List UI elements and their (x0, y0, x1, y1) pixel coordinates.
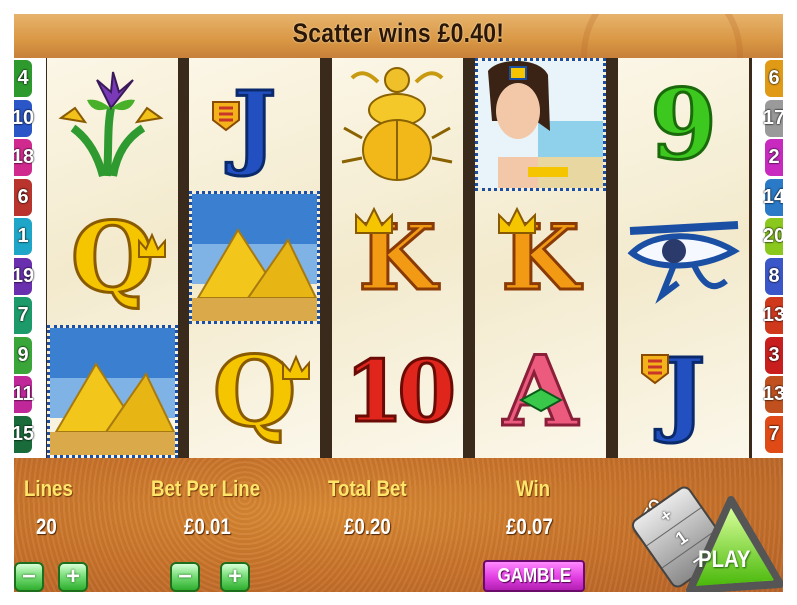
ten-symbol: 10 (344, 341, 458, 443)
queen-symbol: Q (47, 191, 178, 324)
nine-symbol: 9 (649, 67, 719, 183)
jack-symbol: J (189, 58, 320, 191)
payline-marker[interactable]: 10 (14, 99, 34, 137)
win-value: £0.07 (506, 514, 553, 539)
pyramids-symbol (189, 191, 320, 324)
payline-marker[interactable]: 13 (763, 297, 783, 334)
jack-symbol: J (618, 325, 749, 458)
payline-marker[interactable]: 9 (14, 336, 32, 374)
lines-increase-button[interactable]: + (58, 562, 88, 592)
win-label: Win (516, 476, 551, 501)
payline-marker[interactable]: 2 (765, 139, 783, 176)
payline-marker[interactable]: 7 (14, 297, 32, 334)
payline-marker[interactable]: 11 (14, 376, 34, 413)
slot-game: Scatter wins £0.40! Q J Q K 10 K 9 J 4 1… (14, 14, 783, 592)
bet-per-line-label: Bet Per Line (151, 476, 261, 501)
payline-marker[interactable]: 4 (14, 60, 32, 97)
scarab-symbol (332, 58, 463, 191)
play-controls: AUTO + 1 − PLAY (626, 482, 783, 592)
cleopatra-symbol (475, 58, 606, 191)
reel-2: J Q (189, 58, 320, 458)
reel-5: 9 J (618, 58, 749, 458)
payline-marker[interactable]: 19 (14, 257, 34, 295)
scatter-win-message: Scatter wins £0.40! (292, 18, 505, 48)
total-bet-label: Total Bet (328, 476, 407, 501)
lines-decrease-button[interactable]: − (14, 562, 44, 592)
payline-marker[interactable]: 7 (765, 415, 783, 453)
payline-marker[interactable]: 14 (763, 178, 783, 216)
bet-decrease-button[interactable]: − (170, 562, 200, 592)
payline-marker[interactable]: 18 (14, 139, 34, 176)
payline-marker[interactable]: 13 (763, 376, 783, 413)
play-label: PLAY (698, 546, 751, 573)
header-bar: Scatter wins £0.40! (14, 14, 783, 136)
payline-marker[interactable]: 3 (765, 336, 783, 374)
pyramids-symbol (47, 325, 178, 458)
total-bet-value: £0.20 (344, 514, 391, 539)
queen-symbol: Q (189, 325, 320, 458)
play-button[interactable] (676, 492, 783, 592)
payline-marker[interactable]: 6 (765, 60, 783, 97)
king-symbol: K (332, 191, 463, 324)
lines-value: 20 (36, 514, 57, 539)
lotus-symbol (47, 58, 178, 191)
eye-of-horus-symbol (618, 191, 749, 324)
bet-per-line-value: £0.01 (184, 514, 231, 539)
reel-1: Q (47, 58, 178, 458)
reel-3: K 10 (332, 58, 463, 458)
payline-marker[interactable]: 17 (763, 99, 783, 137)
lines-label: Lines (24, 476, 73, 501)
bet-increase-button[interactable]: + (220, 562, 250, 592)
ace-symbol: A (475, 325, 606, 458)
payline-marker[interactable]: 15 (14, 415, 34, 453)
right-payline-markers: 6 17 2 14 20 8 13 3 13 7 (763, 60, 783, 455)
payline-marker[interactable]: 8 (765, 257, 783, 295)
reel-4: K A (475, 58, 606, 458)
gamble-button[interactable]: GAMBLE (483, 560, 585, 592)
king-symbol: K (475, 191, 606, 324)
left-payline-markers: 4 10 18 6 1 19 7 9 11 15 (14, 60, 34, 455)
payline-marker[interactable]: 6 (14, 178, 32, 216)
payline-marker[interactable]: 1 (14, 218, 32, 255)
payline-marker[interactable]: 20 (763, 218, 783, 255)
